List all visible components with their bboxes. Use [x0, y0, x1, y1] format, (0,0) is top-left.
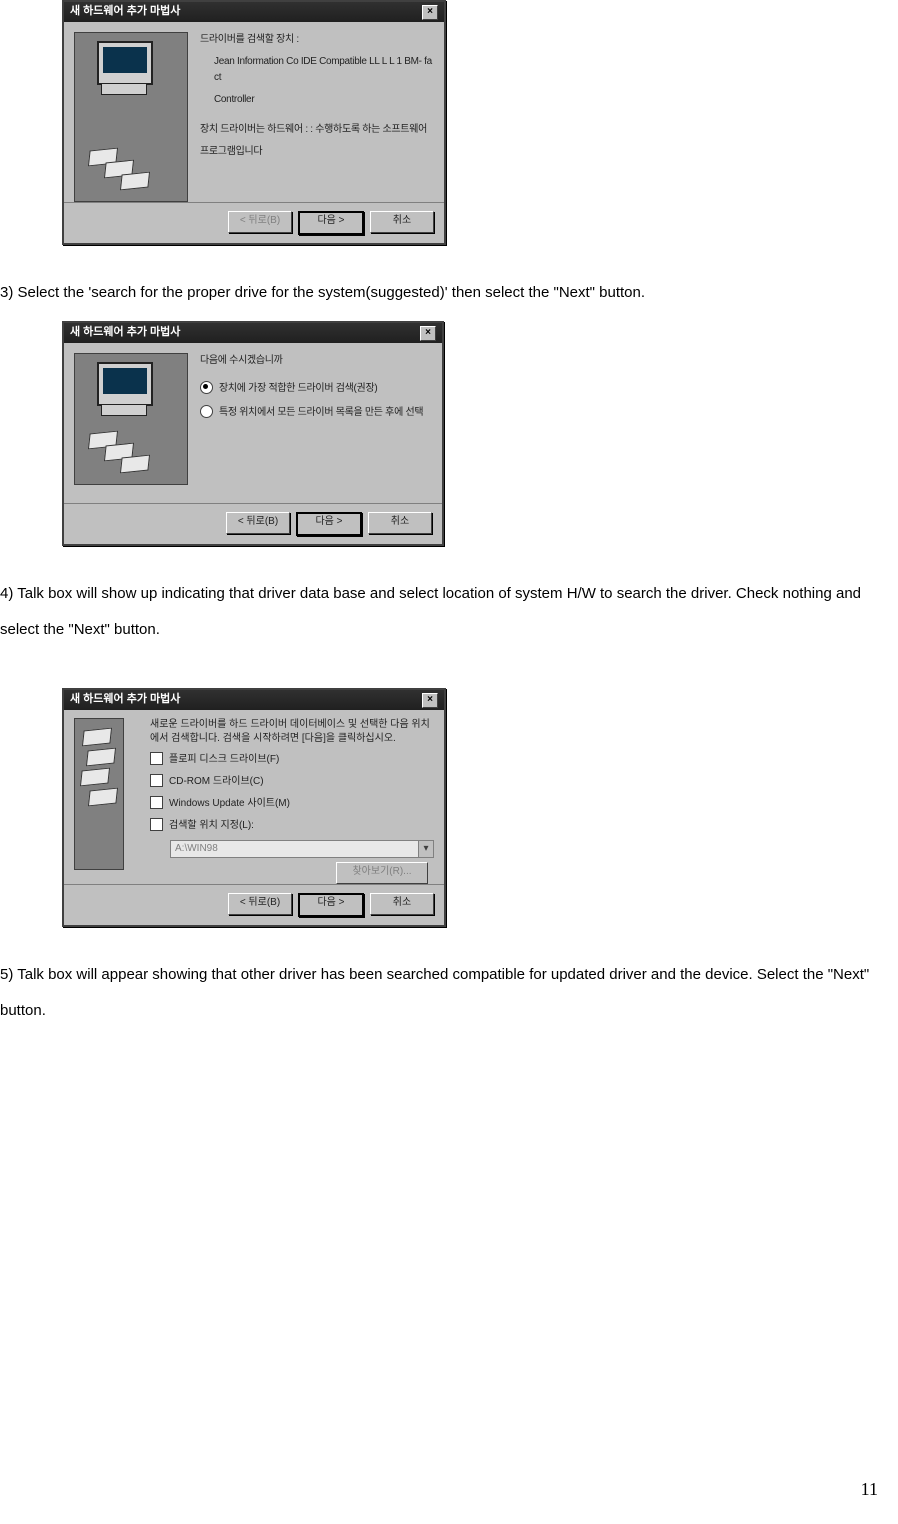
prompt: 다음에 수시겠습니까	[200, 353, 432, 369]
back-button[interactable]: < 뒤로(B)	[228, 211, 292, 233]
dialog-title: 새 하드웨어 추가 마법사	[70, 324, 180, 342]
close-icon[interactable]: ×	[420, 326, 436, 341]
location-field[interactable]: A:\WIN98 ▾	[170, 840, 434, 858]
option-suggested[interactable]: 장치에 가장 적합한 드라이버 검색(권장)	[200, 381, 432, 397]
checkbox-icon	[150, 796, 163, 809]
cancel-button[interactable]: 취소	[370, 893, 434, 915]
check-floppy[interactable]: 플로피 디스크 드라이브(F)	[150, 752, 434, 768]
checkbox-icon	[150, 774, 163, 787]
wizard-graphic	[74, 32, 188, 202]
titlebar: 새 하드웨어 추가 마법사 ×	[64, 323, 442, 343]
radio-icon	[200, 405, 213, 418]
wizard-dialog-2: 새 하드웨어 추가 마법사 × 다음에 수시겠습니까 장치에 가장 적합한 드라…	[62, 321, 444, 546]
next-button[interactable]: 다음 >	[296, 512, 362, 536]
close-icon[interactable]: ×	[422, 5, 438, 20]
heading: 드라이버를 검색할 장치 :	[200, 32, 434, 48]
browse-button[interactable]: 찾아보기(R)...	[336, 862, 428, 884]
option-label: 특정 위치에서 모든 드라이버 목록을 만든 후에 선택	[219, 405, 423, 421]
check-label: CD-ROM 드라이브(C)	[169, 774, 264, 790]
device-line1: Jean Information Co IDE Compatible LL L …	[200, 54, 434, 86]
checkbox-icon	[150, 818, 163, 831]
check-specify-location[interactable]: 검색할 위치 지정(L):	[150, 818, 434, 834]
check-cdrom[interactable]: CD-ROM 드라이브(C)	[150, 774, 434, 790]
back-button[interactable]: < 뒤로(B)	[226, 512, 290, 534]
para1: 장치 드라이버는 하드웨어 : : 수행하도록 하는 소프트웨어	[200, 122, 434, 138]
next-button[interactable]: 다음 >	[298, 893, 364, 917]
para2: 프로그램입니다	[200, 144, 434, 160]
wizard-graphic	[74, 353, 188, 485]
check-label: 플로피 디스크 드라이브(F)	[169, 752, 279, 768]
titlebar: 새 하드웨어 추가 마법사 ×	[64, 690, 444, 710]
wizard-dialog-1: 새 하드웨어 추가 마법사 × 드라이버를 검색할 장치 : Jean Info…	[62, 0, 446, 245]
radio-icon	[200, 381, 213, 394]
titlebar: 새 하드웨어 추가 마법사 ×	[64, 2, 444, 22]
step5-text: 5) Talk box will appear showing that oth…	[0, 957, 898, 1029]
check-label: 검색할 위치 지정(L):	[169, 818, 254, 834]
checkbox-icon	[150, 752, 163, 765]
option-label: 장치에 가장 적합한 드라이버 검색(권장)	[219, 381, 377, 397]
dropdown-arrow-icon[interactable]: ▾	[418, 841, 433, 857]
back-button[interactable]: < 뒤로(B)	[228, 893, 292, 915]
step4-text: 4) Talk box will show up indicating that…	[0, 576, 898, 648]
wizard-graphic	[74, 718, 124, 870]
dialog-title: 새 하드웨어 추가 마법사	[70, 3, 180, 21]
step3-text: 3) Select the 'search for the proper dri…	[0, 275, 898, 311]
option-list[interactable]: 특정 위치에서 모든 드라이버 목록을 만든 후에 선택	[200, 405, 432, 421]
location-value: A:\WIN98	[175, 841, 218, 857]
check-windows-update[interactable]: Windows Update 사이트(M)	[150, 796, 434, 812]
cancel-button[interactable]: 취소	[370, 211, 434, 233]
check-label: Windows Update 사이트(M)	[169, 796, 290, 812]
wizard-dialog-3: 새 하드웨어 추가 마법사 × 새로운 드라이버를 하드 드라이버 데이터베이스…	[62, 688, 446, 927]
next-button[interactable]: 다음 >	[298, 211, 364, 235]
cancel-button[interactable]: 취소	[368, 512, 432, 534]
page-number: 11	[861, 1475, 878, 1504]
instruction-text: 새로운 드라이버를 하드 드라이버 데이터베이스 및 선택한 다음 위치에서 검…	[136, 718, 434, 746]
device-line2: Controller	[200, 92, 434, 108]
close-icon[interactable]: ×	[422, 693, 438, 708]
dialog-title: 새 하드웨어 추가 마법사	[70, 691, 180, 709]
